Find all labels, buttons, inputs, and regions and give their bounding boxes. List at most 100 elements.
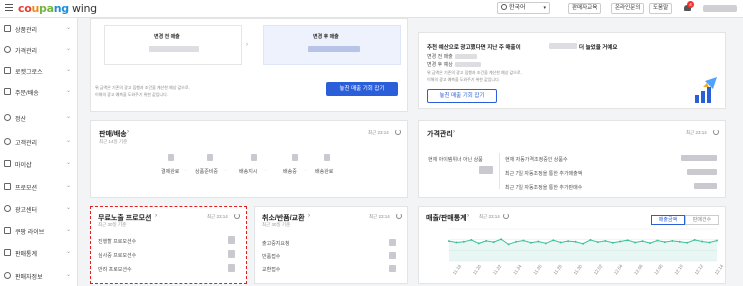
auto-price-sales-label: 최근 7일 자동조정을 통한 추가판매수 — [505, 185, 583, 191]
sidebar-item-customer[interactable]: 고객관리 ⌄ — [0, 132, 78, 152]
step-preparing[interactable]: 상품준비중 — [195, 168, 218, 175]
price-management-card: 가격관리 › 최근 23:14 현재 아이템위너 아닌 상품 현재 자동가격조정… — [418, 120, 726, 198]
before-sales-value — [149, 46, 199, 52]
notification-bell-icon[interactable]: 4 — [683, 1, 694, 13]
box-icon — [4, 25, 11, 32]
chevron-right-icon[interactable]: › — [308, 213, 310, 219]
sidebar-item-seller-info[interactable]: 판매자정보 ⌄ — [0, 266, 78, 286]
chevron-right-icon[interactable]: › — [467, 213, 469, 219]
toggle-sales-amount[interactable]: 매출금액 — [651, 215, 685, 225]
ad-recommendation-card: 추천 예산으로 광고했다면 지난 주 매출이 더 늘었을 거예요 변경 전 매출… — [418, 32, 726, 109]
data-point — [537, 240, 540, 243]
sidebar-item-promotion[interactable]: 프로모션 ⌄ — [0, 177, 78, 197]
sales-area — [449, 239, 717, 261]
chevron-right-icon[interactable]: › — [155, 213, 157, 219]
x-tick-label: 11.18 — [452, 263, 463, 275]
sidebar-item-order-delivery[interactable]: 주문/배송 ⌄ — [0, 82, 78, 102]
sidebar-item-price[interactable]: 가격관리 ⌄ — [0, 40, 78, 60]
step-in-transit[interactable]: 배송중 — [283, 168, 297, 175]
capture-sales-outline-button[interactable]: 놓친 매출 기회 잡기 — [427, 89, 497, 103]
sidebar: 상품관리 ⌄ 가격관리 ⌄ 로켓그로스 ⌄ 주문/배송 ⌄ 정산 ⌄ 고객관리 ⌄ 마이샵 ⌄… — [0, 18, 78, 286]
x-tick-label: 11.28 — [552, 263, 563, 275]
sidebar-item-myshop[interactable]: 마이샵 ⌄ — [0, 154, 78, 174]
promotion-rejected-label: 반려 프로모션수 — [98, 267, 132, 273]
capture-sales-button[interactable]: 놓친 매출 기회 잡기 — [326, 82, 398, 96]
auto-price-product-count-label: 현재 자동가격조정중인 상품수 — [505, 157, 568, 163]
step-paid[interactable]: 결제완료 — [161, 168, 179, 175]
x-tick-label: 11.22 — [492, 263, 503, 275]
x-tick-label: 12.04 — [613, 263, 624, 275]
chevron-down-icon: ⌄ — [66, 272, 72, 278]
top-bar: coupang wing 한국어 ▾ 판매자교육 온라인문의 도움말 4 — [0, 0, 743, 18]
data-point — [507, 243, 510, 246]
tag-icon — [4, 183, 11, 190]
data-point — [656, 239, 659, 242]
stop-shipping-label: 출고중지요청 — [262, 241, 290, 247]
data-point — [671, 239, 674, 242]
data-point — [455, 241, 458, 244]
x-tick-label: 11.24 — [512, 263, 523, 275]
data-point — [477, 242, 480, 245]
customer-icon — [4, 138, 11, 145]
refresh-icon[interactable] — [396, 213, 402, 219]
refresh-icon[interactable] — [713, 129, 719, 135]
sales-compare-card: 변경 전 매출 › 변경 후 매출 위 금액은 기존의 광고 집행과 조건을 계… — [90, 18, 408, 112]
online-inquiry-link[interactable]: 온라인문의 — [611, 3, 645, 14]
help-link[interactable]: 도움말 — [649, 3, 673, 14]
shop-icon — [4, 160, 11, 167]
ad-icon — [4, 205, 11, 212]
promotion-review-label: 심사중 프로모션수 — [98, 253, 137, 259]
won-icon — [4, 114, 11, 121]
x-tick-label: 12.14 — [714, 263, 725, 275]
chevron-right-icon[interactable]: › — [453, 129, 455, 135]
sidebar-item-rocket-growth[interactable]: 로켓그로스 ⌄ — [0, 61, 78, 81]
promotion-active-label: 진행할 프로모션수 — [98, 239, 137, 245]
data-point — [522, 239, 525, 242]
chevron-down-icon: ⌄ — [66, 88, 72, 94]
data-point — [701, 240, 704, 243]
menu-icon[interactable] — [5, 4, 13, 12]
coupang-wing-logo[interactable]: coupang wing — [18, 2, 97, 15]
non-winner-count — [479, 166, 493, 174]
toggle-sales-count[interactable]: 판매건수 — [685, 215, 719, 225]
step-delivered[interactable]: 배송완료 — [315, 168, 333, 175]
x-tick-label: 12.02 — [593, 263, 604, 275]
live-icon — [4, 227, 11, 234]
x-tick-label: 11.26 — [532, 263, 543, 275]
chevron-down-icon: ⌄ — [66, 46, 72, 52]
notification-badge: 4 — [687, 1, 694, 8]
refresh-icon[interactable] — [503, 213, 509, 219]
refresh-icon[interactable] — [234, 213, 240, 219]
data-point — [582, 242, 584, 245]
sidebar-item-coupang-live[interactable]: 쿠팡 라이브 ⌄ — [0, 221, 78, 241]
sidebar-item-product[interactable]: 상품관리 ⌄ — [0, 19, 78, 39]
chevron-right-icon: › — [246, 42, 248, 48]
x-tick-label: 12.06 — [633, 263, 644, 275]
step-shipping-order[interactable]: 배송지시 — [239, 168, 257, 175]
user-account[interactable] — [703, 5, 737, 12]
chevron-down-icon: ⌄ — [66, 114, 72, 120]
sidebar-item-sales-stats[interactable]: 판매통계 ⌄ — [0, 243, 78, 263]
after-sales-box: 변경 후 매출 — [263, 25, 401, 65]
seller-education-link[interactable]: 판매자교육 — [568, 3, 602, 14]
data-point — [649, 242, 651, 245]
rocket-icon — [4, 67, 11, 74]
refresh-icon[interactable] — [395, 129, 401, 135]
cancel-return-card: 취소/반품/교환 › 최근 30일 기준 최근 23:14 출고중지요청 반품접… — [254, 206, 408, 284]
data-point — [663, 241, 666, 244]
sidebar-item-settlement[interactable]: 정산 ⌄ — [0, 108, 78, 128]
sales-stats-card: 매출/판매통계 › 최근 23:14 매출금액 판매건수 11.18 11.20 1… — [418, 206, 726, 284]
chevron-down-icon: ⌄ — [66, 160, 72, 166]
chevron-down-icon: ⌄ — [66, 227, 72, 233]
exchange-request-label: 교환접수 — [262, 267, 281, 273]
x-tick-label: 12.12 — [694, 263, 705, 275]
globe-icon — [501, 4, 507, 10]
language-select[interactable]: 한국어 ▾ — [497, 2, 550, 14]
sidebar-item-ad-center[interactable]: 광고센터 ⌄ — [0, 199, 78, 219]
chevron-down-icon: ⌄ — [66, 138, 72, 144]
chevron-right-icon[interactable]: › — [127, 129, 129, 135]
data-point — [641, 240, 644, 243]
data-point — [470, 238, 473, 241]
x-tick-label: 12.10 — [673, 263, 684, 275]
data-point — [604, 239, 607, 242]
